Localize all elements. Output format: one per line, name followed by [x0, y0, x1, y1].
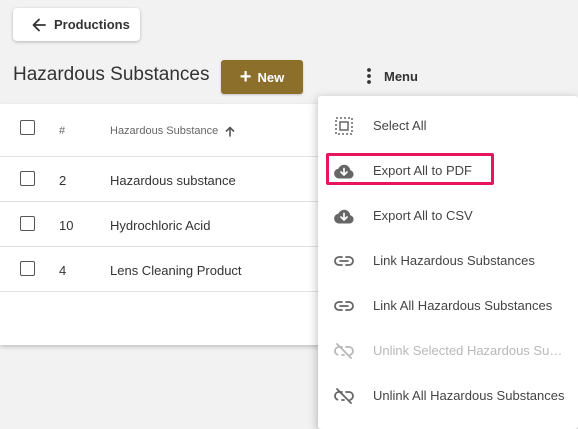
row-name: Lens Cleaning Product — [110, 263, 242, 278]
select-all-checkbox[interactable] — [20, 120, 35, 135]
new-button[interactable]: + New — [221, 60, 303, 94]
column-header-name[interactable]: Hazardous Substance — [110, 125, 235, 137]
row-checkbox[interactable] — [20, 171, 35, 186]
cloud-download-icon — [333, 160, 355, 182]
link-off-icon — [333, 385, 355, 407]
menu-item-label: Unlink All Hazardous Substances — [373, 388, 565, 403]
new-button-label: New — [257, 69, 285, 85]
select-all-icon — [333, 115, 355, 137]
menu-item-select-all[interactable]: Select All — [318, 103, 578, 148]
row-number: 2 — [59, 173, 67, 188]
menu-item-label: Unlink Selected Hazardous Substances — [373, 343, 566, 358]
actions-menu: Select All Export All to PDF Export All … — [318, 96, 578, 429]
menu-button[interactable]: Menu — [360, 64, 418, 88]
menu-item-export-pdf[interactable]: Export All to PDF — [318, 148, 578, 193]
menu-item-unlink-all[interactable]: Unlink All Hazardous Substances — [318, 373, 578, 418]
row-number: 10 — [59, 218, 74, 233]
column-header-number[interactable]: # — [59, 125, 65, 137]
plus-icon: + — [239, 66, 252, 88]
row-checkbox[interactable] — [20, 261, 35, 276]
menu-item-export-csv[interactable]: Export All to CSV — [318, 193, 578, 238]
row-number: 4 — [59, 263, 67, 278]
link-icon — [333, 295, 355, 317]
arrow-left-icon — [30, 16, 48, 34]
cloud-download-icon — [333, 205, 355, 227]
menu-item-link-substances[interactable]: Link Hazardous Substances — [318, 238, 578, 283]
back-button[interactable]: Productions — [13, 8, 140, 41]
more-vertical-icon — [360, 66, 378, 86]
menu-item-label: Select All — [373, 118, 427, 133]
link-off-icon — [333, 340, 355, 362]
menu-item-link-all-substances[interactable]: Link All Hazardous Substances — [318, 283, 578, 328]
menu-item-label: Export All to CSV — [373, 208, 473, 223]
back-button-label: Productions — [54, 17, 130, 32]
row-name: Hazardous substance — [110, 173, 236, 188]
link-icon — [333, 250, 355, 272]
menu-item-unlink-selected[interactable]: Unlink Selected Hazardous Substances — [318, 328, 578, 373]
row-checkbox[interactable] — [20, 216, 35, 231]
menu-item-label: Export All to PDF — [373, 163, 472, 178]
menu-item-label: Link Hazardous Substances — [373, 253, 535, 268]
row-name: Hydrochloric Acid — [110, 218, 211, 233]
column-header-name-label: Hazardous Substance — [110, 125, 219, 137]
menu-button-label: Menu — [384, 68, 418, 84]
menu-item-label: Link All Hazardous Substances — [373, 298, 553, 313]
page-title: Hazardous Substances — [13, 64, 210, 85]
sort-ascending-icon — [225, 126, 235, 137]
